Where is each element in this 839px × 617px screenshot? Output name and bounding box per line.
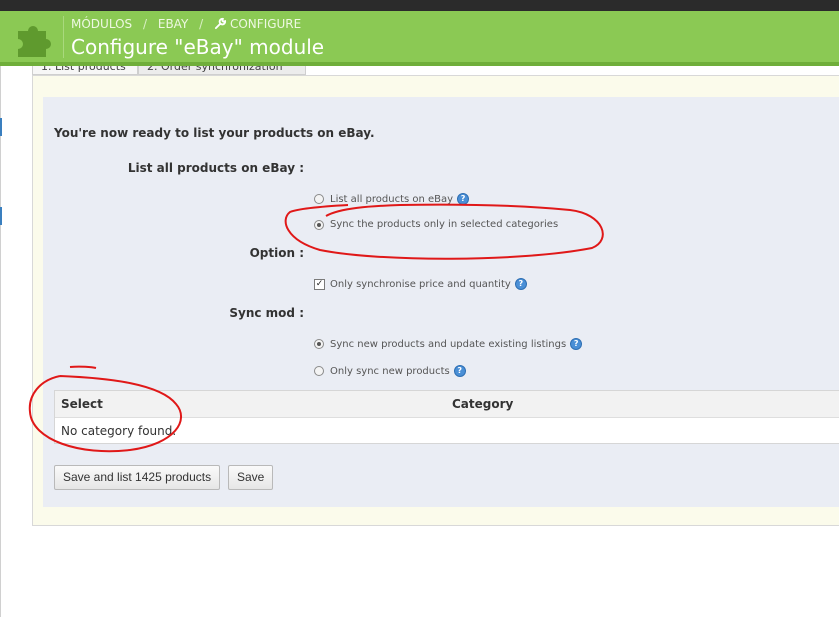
breadcrumb-modules[interactable]: MÓDULOS <box>71 17 132 31</box>
top-bar <box>0 0 839 11</box>
save-and-list-button[interactable]: Save and list 1425 products <box>54 465 221 490</box>
tab-bar: 1. List products 2. Order synchronizatio… <box>32 66 839 75</box>
header-divider <box>63 16 64 58</box>
option-price-quantity-label: Only synchronise price and quantity <box>330 278 511 290</box>
list-all-label: List all products on eBay : <box>127 161 304 175</box>
option-label: Option : <box>249 246 304 260</box>
left-scroll-marker <box>0 207 2 225</box>
radio-selected-categories[interactable] <box>314 219 324 230</box>
category-table: Select Category No category found. <box>54 390 839 444</box>
empty-message: No category found. <box>61 424 177 438</box>
list-option-all-label: List all products on eBay <box>330 193 454 205</box>
breadcrumb-configure: CONFIGURE <box>229 17 302 31</box>
help-icon[interactable]: ? <box>514 278 527 290</box>
save-button[interactable]: Save <box>228 465 274 490</box>
intro-text: You're now ready to list your products o… <box>54 126 375 140</box>
column-select: Select <box>61 397 103 411</box>
list-products-form <box>43 97 839 507</box>
left-border <box>0 66 1 617</box>
help-icon[interactable]: ? <box>457 193 470 205</box>
option-price-quantity[interactable]: ✓ Only synchronise price and quantity ? <box>314 278 527 290</box>
breadcrumb: MÓDULOS / EBAY / CONFIGURE <box>71 17 301 31</box>
breadcrumb-separator: / <box>199 17 204 31</box>
sync-option-new-only-label: Only sync new products <box>330 365 450 377</box>
help-icon[interactable]: ? <box>570 338 583 350</box>
page-header: MÓDULOS / EBAY / CONFIGURE Configure "eB… <box>0 11 839 66</box>
radio-list-all[interactable] <box>314 194 324 204</box>
wrench-icon <box>214 17 227 30</box>
sync-option-update[interactable]: Sync new products and update existing li… <box>314 338 583 350</box>
radio-sync-new-only[interactable] <box>314 366 324 376</box>
breadcrumb-ebay[interactable]: EBAY <box>158 17 188 31</box>
puzzle-icon <box>18 26 51 57</box>
checkbox-price-quantity[interactable]: ✓ <box>314 278 325 290</box>
sync-option-new-only[interactable]: Only sync new products ? <box>314 365 466 377</box>
list-option-selected-label: Sync the products only in selected categ… <box>330 219 559 230</box>
list-option-selected-categories[interactable]: Sync the products only in selected categ… <box>314 219 558 230</box>
list-option-all[interactable]: List all products on eBay ? <box>314 193 470 205</box>
column-category: Category <box>452 397 514 411</box>
sync-option-update-label: Sync new products and update existing li… <box>330 338 567 350</box>
page-title: Configure "eBay" module <box>71 35 325 59</box>
sync-mod-label: Sync mod : <box>229 306 304 320</box>
table-header: Select Category <box>55 391 839 418</box>
table-row: No category found. <box>55 418 839 443</box>
breadcrumb-separator: / <box>142 17 148 31</box>
radio-sync-update[interactable] <box>314 339 324 349</box>
tab-order-sync[interactable]: 2. Order synchronization <box>138 66 306 75</box>
help-icon[interactable]: ? <box>453 365 466 377</box>
tab-list-products[interactable]: 1. List products <box>32 66 138 75</box>
left-scroll-marker <box>0 118 2 136</box>
